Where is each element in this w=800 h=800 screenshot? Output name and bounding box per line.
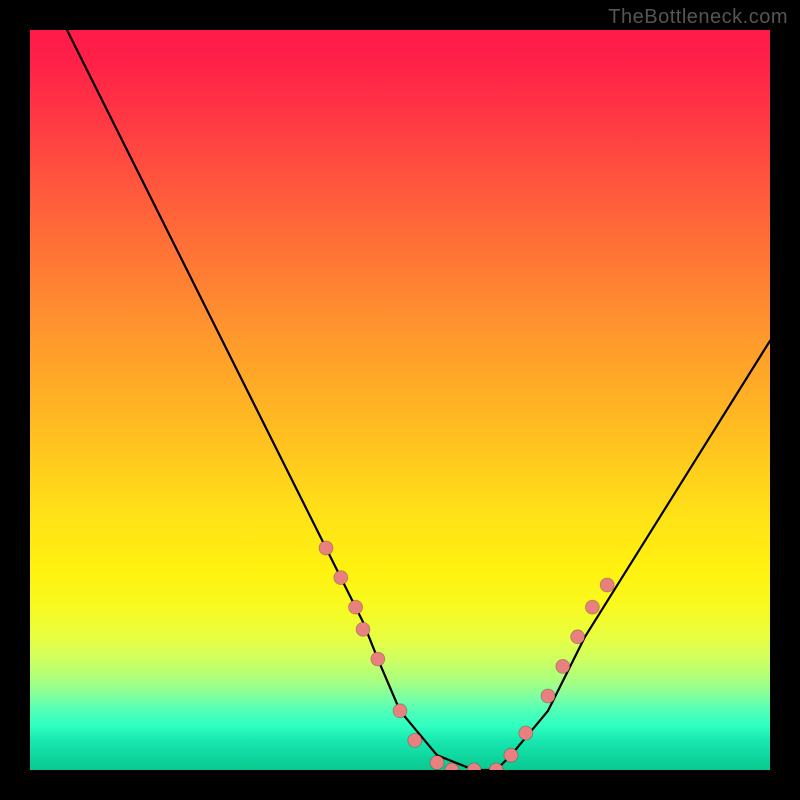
chart-svg xyxy=(30,30,770,770)
chart-marker-dots xyxy=(319,541,614,770)
chart-curve-line xyxy=(67,30,770,770)
watermark-text: TheBottleneck.com xyxy=(608,6,788,29)
chart-plot-area xyxy=(30,30,770,770)
